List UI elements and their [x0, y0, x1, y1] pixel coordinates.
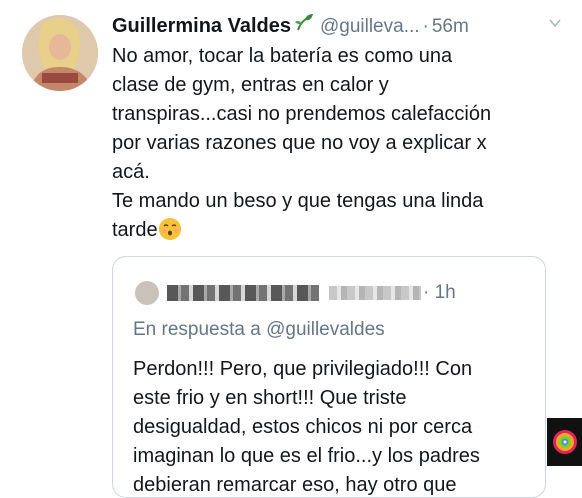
separator-dot: · [422, 16, 429, 37]
tweet-line-last: tarde [112, 216, 562, 245]
author-handle[interactable]: @guilleva... [320, 16, 420, 38]
tweet-line: transpiras...casi no prendemos calefacci… [112, 103, 492, 125]
blurred-name [167, 285, 319, 301]
avatar-photo [22, 15, 98, 91]
tweet-line: tarde [112, 219, 158, 241]
quoted-line: este frio y en short!!! Que triste [133, 387, 407, 409]
tweet-header: Guillermina Valdes @guilleva... · 56m [112, 12, 566, 38]
author-avatar[interactable] [22, 15, 98, 91]
blurred-handle [329, 286, 421, 300]
tweet-line: clase de gym, entras en calor y [112, 74, 389, 96]
sprout-icon [294, 14, 313, 31]
flower-logo-icon [547, 418, 582, 466]
tweet-time[interactable]: 56m [432, 16, 469, 38]
reply-to-label[interactable]: En respuesta a @guillevaldes [133, 319, 385, 341]
kissing-face-icon [158, 218, 181, 240]
quoted-line: desigualdad, estos chicos ni por cerca [133, 416, 473, 438]
quoted-header: · 1h [135, 281, 456, 305]
quoted-tweet[interactable]: · 1h En respuesta a @guillevaldes Perdon… [112, 256, 546, 498]
watermark-logo [547, 418, 582, 466]
tweet-text: No amor, tocar la batería es como una cl… [112, 42, 562, 245]
tweet-line: No amor, tocar la batería es como una [112, 45, 453, 67]
chevron-down-icon[interactable] [548, 16, 562, 30]
tweet-line: por varias razones que no voy a explicar… [112, 132, 487, 154]
quoted-line: debieran remarcar eso, hay otro que [133, 474, 457, 496]
quoted-line: Perdon!!! Pero, que privilegiado!!! Con [133, 358, 473, 380]
quoted-line: imaginan lo que es el frio...y los padre… [133, 445, 480, 467]
tweet-line: acá. [112, 161, 150, 183]
tweet-line: Te mando un beso y que tengas una linda [112, 190, 484, 212]
quoted-avatar[interactable] [135, 281, 159, 305]
author-name[interactable]: Guillermina Valdes [112, 15, 291, 38]
quoted-time[interactable]: · 1h [423, 282, 456, 304]
